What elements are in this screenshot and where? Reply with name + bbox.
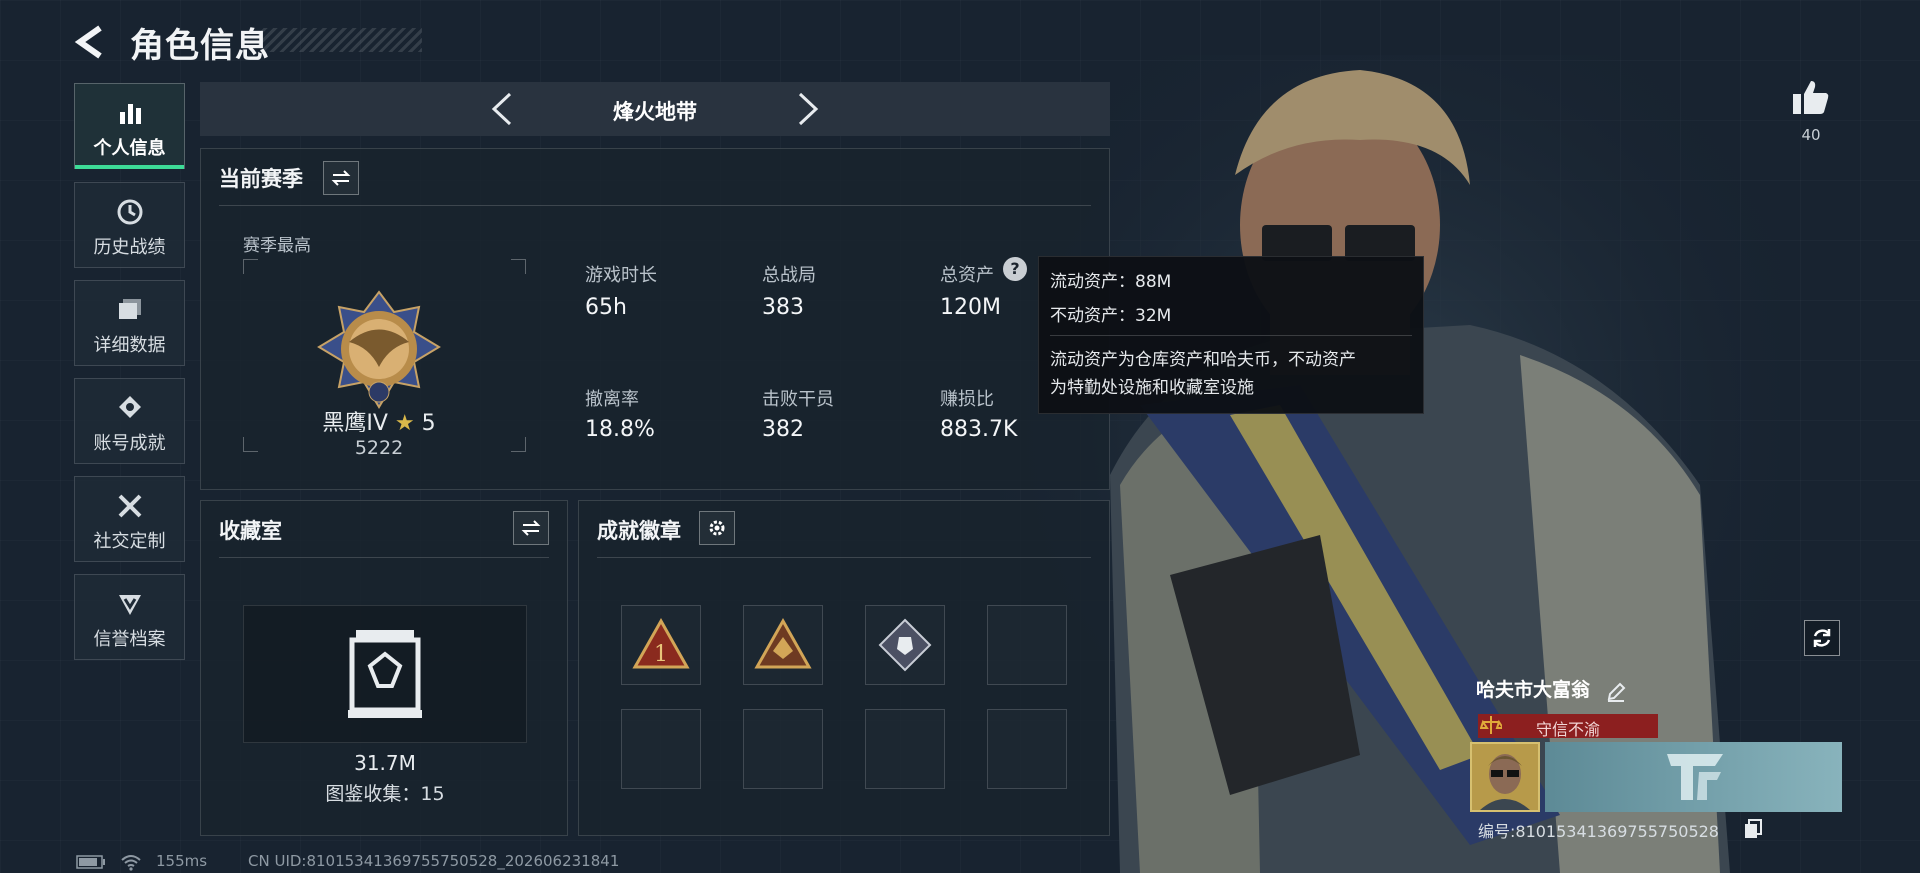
history-clock-icon <box>117 199 142 225</box>
stat-value: 382 <box>762 417 804 442</box>
season-title: 当前赛季 <box>219 167 303 191</box>
refresh-icon <box>1813 629 1831 647</box>
avatar[interactable] <box>1470 742 1540 812</box>
season-panel: 当前赛季 赛季最高 黑鹰IV ★ 5 5222 游戏时长 65h 总战局 383… <box>200 148 1110 490</box>
diamond-crystal-badge-icon <box>878 618 932 672</box>
collection-value: 31.7M <box>354 751 416 775</box>
back-arrow-icon[interactable] <box>72 22 112 62</box>
bar-chart-icon <box>119 104 141 124</box>
tools-customize-icon <box>118 494 141 518</box>
badge-slot[interactable]: 1 <box>621 605 701 685</box>
folder-data-icon <box>118 299 141 319</box>
badge-slot-empty[interactable] <box>621 709 701 789</box>
thumbs-up-icon <box>1793 81 1829 114</box>
battery-icon <box>76 855 105 869</box>
sidebar-item-label: 社交定制 <box>93 531 166 552</box>
sidebar-item-label: 详细数据 <box>93 335 166 356</box>
edit-pencil-icon[interactable] <box>1606 682 1626 702</box>
rank-emblem-icon <box>317 290 441 409</box>
stat-value: 18.8% <box>585 417 655 442</box>
refresh-button[interactable] <box>1804 620 1840 656</box>
wifi-icon <box>121 855 141 871</box>
sidebar-item-credit-record[interactable]: 信誉档案 <box>74 574 185 660</box>
season-switch-button[interactable] <box>323 161 359 195</box>
season-best-label: 赛季最高 <box>243 236 311 256</box>
avatar-portrait-icon <box>1480 754 1530 810</box>
rank-info: 黑鹰IV ★ 5 <box>201 405 557 437</box>
rank-name: 黑鹰IV <box>322 411 388 436</box>
stat-value: 383 <box>762 295 804 320</box>
badge-slot-empty[interactable] <box>865 709 945 789</box>
page-title: 角色信息 <box>130 26 270 66</box>
badge-slot-empty[interactable] <box>743 709 823 789</box>
sidebar-item-label: 信誉档案 <box>93 629 166 650</box>
sidebar-item-detailed-data[interactable]: 详细数据 <box>74 280 185 366</box>
like-count: 40 <box>1801 126 1821 144</box>
badges-panel: 成就徽章 1 <box>578 500 1110 836</box>
mode-selector: 烽火地带 <box>200 82 1110 136</box>
rank-stars: 5 <box>421 411 436 436</box>
like-widget[interactable]: 40 <box>1784 78 1838 144</box>
stat-label: 游戏时长 <box>585 265 657 286</box>
uid-text: CN UID:810153413697557505​28_20260623184… <box>248 852 620 870</box>
triangle-emblem-badge-icon <box>754 617 812 669</box>
display-case-icon <box>348 630 422 718</box>
sidebar-item-history[interactable]: 历史战绩 <box>74 182 185 268</box>
collection-display[interactable] <box>243 605 527 743</box>
reputation-tag-text: 守信不渝 <box>1535 720 1600 739</box>
sidebar-item-label: 账号成就 <box>93 433 166 454</box>
star-icon: ★ <box>394 411 415 436</box>
stat-label: 总资产 <box>940 265 994 286</box>
badge-slot[interactable] <box>743 605 823 685</box>
gti-logo-icon <box>1667 754 1723 800</box>
tooltip-liquid-assets: 流动资产：88M <box>1050 272 1172 292</box>
badge-slot-empty[interactable] <box>987 709 1067 789</box>
sidebar-item-achievements[interactable]: 账号成就 <box>74 378 185 464</box>
stat-label: 总战局 <box>762 265 816 286</box>
credit-badge-icon <box>118 595 141 615</box>
profile-banner[interactable] <box>1545 742 1842 812</box>
sidebar-item-personal-info[interactable]: 个人信息 <box>74 83 185 169</box>
badge-slot-empty[interactable] <box>987 605 1067 685</box>
svg-text:1: 1 <box>654 642 668 667</box>
stat-value: 883.7K <box>940 417 1018 442</box>
rank-one-badge-icon: 1 <box>632 617 690 669</box>
collection-title: 收藏室 <box>219 519 282 543</box>
sidebar-item-social-custom[interactable]: 社交定制 <box>74 476 185 562</box>
copy-icon[interactable] <box>1744 819 1762 839</box>
collection-switch-button[interactable] <box>513 511 549 545</box>
achievement-medal-icon <box>118 396 141 418</box>
asset-tooltip: 流动资产：88M 不动资产：32M 流动资产为仓库资产和哈夫币，不动资产 为特勤… <box>1038 256 1424 414</box>
stat-label: 赚损比 <box>940 389 994 410</box>
badges-settings-button[interactable] <box>699 511 735 545</box>
reputation-tag: 守信不渝 <box>1478 714 1658 739</box>
sidebar-item-label: 个人信息 <box>93 138 166 159</box>
tooltip-desc-line-2: 为特勤处设施和收藏室设施 <box>1050 378 1254 398</box>
sidebar-item-label: 历史战绩 <box>93 237 166 258</box>
network-ping: 155ms <box>156 852 208 870</box>
title-decoration <box>258 28 422 52</box>
help-question-icon[interactable]: ? <box>1003 257 1027 281</box>
player-name: 哈夫市大富翁 <box>1476 679 1591 701</box>
tooltip-desc-line-1: 流动资产为仓库资产和哈夫币，不动资产 <box>1050 350 1356 370</box>
swap-icon <box>521 520 541 536</box>
player-id: 编号:810153413697557505​28 <box>1478 822 1719 841</box>
badges-title: 成就徽章 <box>597 519 681 543</box>
collection-panel: 收藏室 31.7M 图鉴收集：15 <box>200 500 568 836</box>
stat-value: 120M <box>940 295 1001 320</box>
badge-slot[interactable] <box>865 605 945 685</box>
rank-score: 5222 <box>354 437 404 459</box>
stat-value: 65h <box>585 295 627 320</box>
swap-icon <box>331 170 351 186</box>
tooltip-fixed-assets: 不动资产：32M <box>1050 306 1172 326</box>
stat-label: 撤离率 <box>585 389 639 410</box>
collection-catalog-count: 图鉴收集：15 <box>325 783 445 805</box>
stat-label: 击败干员 <box>762 389 834 410</box>
mode-name: 烽火地带 <box>613 100 697 124</box>
next-mode-arrow-icon[interactable] <box>794 90 822 128</box>
gear-icon <box>709 520 725 536</box>
